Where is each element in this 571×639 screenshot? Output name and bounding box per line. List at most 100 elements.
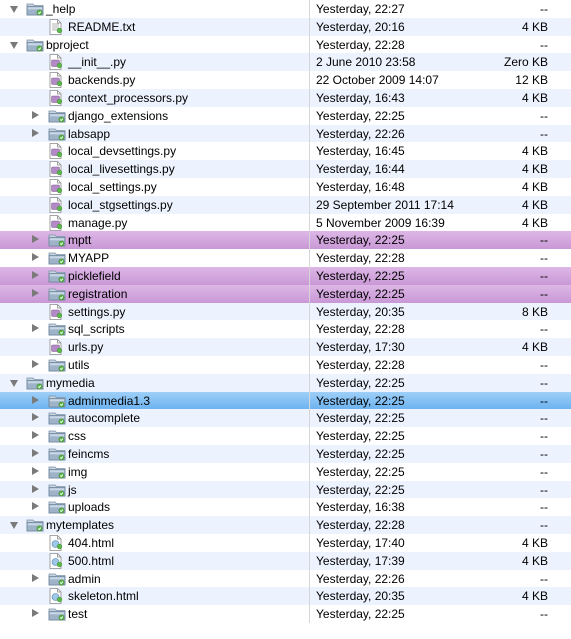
- file-size: 4 KB: [521, 215, 548, 230]
- disclosure-closed-icon[interactable]: [32, 609, 39, 618]
- folder-icon: [48, 446, 66, 464]
- disclosure-closed-icon[interactable]: [32, 449, 39, 457]
- date-modified: 5 November 2009 16:39: [316, 215, 445, 230]
- folder-row[interactable]: img Yesterday, 22:25 --: [0, 462, 571, 481]
- date-modified: Yesterday, 22:28: [316, 518, 405, 533]
- item-name: admin: [68, 571, 101, 586]
- column-divider: [309, 534, 310, 552]
- folder-row[interactable]: sql_scripts Yesterday, 22:28 --: [0, 320, 571, 339]
- folder-row[interactable]: css Yesterday, 22:25 --: [0, 427, 571, 445]
- date-modified: Yesterday, 22:28: [316, 358, 405, 372]
- file-row[interactable]: 404.html Yesterday, 17:40 4 KB: [0, 534, 571, 552]
- folder-row[interactable]: bproject Yesterday, 22:28 --: [0, 35, 571, 54]
- folder-row[interactable]: utils Yesterday, 22:28 --: [0, 356, 571, 374]
- item-name: local_devsettings.py: [68, 144, 177, 159]
- column-divider: [309, 249, 310, 267]
- folder-row[interactable]: picklefield Yesterday, 22:25 --: [0, 267, 571, 285]
- folder-row[interactable]: django_extensions Yesterday, 22:25 --: [0, 106, 571, 126]
- column-divider: [309, 373, 310, 392]
- file-size: 4 KB: [521, 589, 548, 604]
- disclosure-closed-icon[interactable]: [32, 253, 39, 262]
- disclosure-closed-icon[interactable]: [32, 110, 39, 119]
- folder-row[interactable]: feincms Yesterday, 22:25 --: [0, 445, 571, 463]
- column-divider: [309, 267, 310, 285]
- file-size: --: [540, 233, 548, 248]
- file-row[interactable]: manage.py 5 November 2009 16:39 4 KB: [0, 213, 571, 232]
- disclosure-open-icon[interactable]: [10, 41, 18, 49]
- file-size: 12 KB: [515, 73, 548, 88]
- folder-row[interactable]: registration Yesterday, 22:25 --: [0, 284, 571, 304]
- folder-row[interactable]: admin Yesterday, 22:26 --: [0, 569, 571, 588]
- folder-row[interactable]: mytemplates Yesterday, 22:28 --: [0, 516, 571, 534]
- disclosure-closed-icon[interactable]: [32, 288, 39, 297]
- disclosure-closed-icon[interactable]: [32, 502, 39, 511]
- file-row[interactable]: backends.py 22 October 2009 14:07 12 KB: [0, 71, 571, 89]
- folder-row[interactable]: mymedia Yesterday, 22:25 --: [0, 373, 571, 392]
- disclosure-open-icon[interactable]: [10, 379, 18, 387]
- folder-icon: [48, 499, 66, 517]
- folder-row[interactable]: js Yesterday, 22:25 --: [0, 480, 571, 499]
- folder-row[interactable]: uploads Yesterday, 16:38 --: [0, 498, 571, 517]
- file-row[interactable]: settings.py Yesterday, 20:35 8 KB: [0, 302, 571, 321]
- item-name: utils: [68, 358, 90, 372]
- date-modified: Yesterday, 22:28: [316, 251, 405, 266]
- folder-row[interactable]: MYAPP Yesterday, 22:28 --: [0, 249, 571, 267]
- disclosure-closed-icon[interactable]: [32, 413, 39, 422]
- disclosure-open-icon[interactable]: [10, 6, 18, 13]
- disclosure-closed-icon[interactable]: [32, 573, 39, 582]
- folder-icon: [48, 250, 66, 268]
- folder-icon: [48, 126, 66, 144]
- disclosure-closed-icon[interactable]: [32, 324, 39, 333]
- disclosure-closed-icon[interactable]: [32, 128, 39, 137]
- file-row[interactable]: local_stgsettings.py 29 September 2011 17…: [0, 195, 571, 214]
- date-modified: Yesterday, 22:25: [316, 429, 405, 444]
- folder-icon: [48, 286, 66, 304]
- folder-row[interactable]: adminmedia1.3 Yesterday, 22:25 --: [0, 391, 571, 410]
- date-modified: Yesterday, 22:25: [316, 286, 405, 301]
- column-divider: [309, 160, 310, 178]
- file-row[interactable]: skeleton.html Yesterday, 20:35 4 KB: [0, 587, 571, 606]
- item-name: urls.py: [68, 340, 104, 355]
- disclosure-closed-icon[interactable]: [32, 360, 39, 368]
- folder-row[interactable]: test Yesterday, 22:25 --: [0, 605, 571, 623]
- file-size: --: [540, 358, 548, 372]
- item-name: _help: [46, 2, 76, 16]
- disclosure-closed-icon[interactable]: [32, 271, 39, 279]
- file-size: --: [540, 500, 548, 515]
- date-modified: Yesterday, 22:26: [316, 571, 405, 586]
- disclosure-closed-icon[interactable]: [32, 484, 39, 493]
- item-name: local_settings.py: [68, 180, 157, 194]
- date-modified: 22 October 2009 14:07: [316, 73, 439, 88]
- item-name: context_processors.py: [68, 91, 189, 105]
- disclosure-closed-icon[interactable]: [32, 235, 39, 244]
- file-row[interactable]: local_settings.py Yesterday, 16:48 4 KB: [0, 178, 571, 196]
- date-modified: Yesterday, 22:25: [316, 607, 405, 622]
- file-row[interactable]: local_devsettings.py Yesterday, 16:45 4 KB: [0, 142, 571, 161]
- file-row[interactable]: local_livesettings.py Yesterday, 16:44 4 K…: [0, 160, 571, 178]
- date-modified: Yesterday, 16:48: [316, 180, 405, 194]
- disclosure-closed-icon[interactable]: [32, 395, 39, 404]
- file-size: --: [540, 126, 548, 141]
- disclosure-closed-icon[interactable]: [32, 431, 39, 440]
- folder-row[interactable]: mptt Yesterday, 22:25 --: [0, 231, 571, 250]
- folder-row[interactable]: labsapp Yesterday, 22:26 --: [0, 124, 571, 144]
- file-size: --: [540, 607, 548, 622]
- column-divider: [309, 445, 310, 463]
- disclosure-open-icon[interactable]: [10, 522, 18, 530]
- item-name: feincms: [68, 447, 110, 461]
- date-modified: Yesterday, 17:30: [316, 340, 405, 355]
- file-row[interactable]: context_processors.py Yesterday, 16:43 4 K…: [0, 89, 571, 107]
- file-row[interactable]: urls.py Yesterday, 17:30 4 KB: [0, 338, 571, 356]
- folder-icon: [48, 108, 66, 126]
- folder-row[interactable]: autocomplete Yesterday, 22:25 --: [0, 409, 571, 428]
- folder-row[interactable]: _help Yesterday, 22:27 --: [0, 0, 571, 18]
- file-size: --: [540, 375, 548, 390]
- disclosure-closed-icon[interactable]: [32, 466, 39, 475]
- file-row[interactable]: README.txt Yesterday, 20:16 4 KB: [0, 17, 571, 36]
- item-name: local_stgsettings.py: [68, 197, 173, 212]
- file-row[interactable]: __init__.py 2 June 2010 23:58 Zero KB: [0, 53, 571, 72]
- date-modified: Yesterday, 22:26: [316, 126, 405, 141]
- file-row[interactable]: 500.html Yesterday, 17:39 4 KB: [0, 551, 571, 570]
- date-modified: Yesterday, 22:25: [316, 464, 405, 479]
- folder-icon: [26, 1, 44, 19]
